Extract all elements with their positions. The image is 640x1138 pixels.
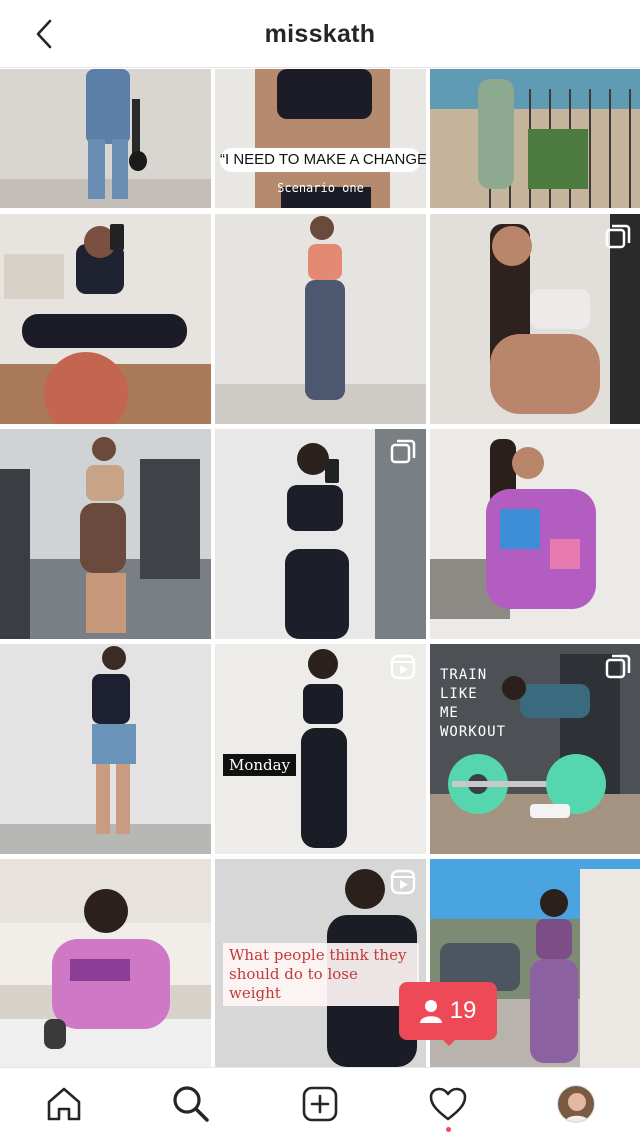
profile-avatar — [557, 1085, 595, 1123]
grid-tile[interactable]: “I NEED TO MAKE A CHANGE!” Scenario one — [215, 69, 426, 208]
caption-line: TRAIN — [440, 667, 488, 683]
tile-photo — [0, 859, 211, 1067]
follower-count: 19 — [449, 997, 477, 1024]
nav-home[interactable] — [42, 1082, 86, 1126]
home-icon — [47, 1087, 81, 1121]
grid-tile[interactable]: TRAIN LIKE ME WORKOUT — [430, 644, 640, 854]
follower-icon — [419, 1000, 442, 1023]
caption-pill: “I NEED TO MAKE A CHANGE!” — [220, 148, 426, 172]
new-post-icon — [302, 1086, 338, 1122]
activity-bubble: 19 — [399, 982, 497, 1040]
caption-line: LIKE — [440, 686, 478, 702]
tile-photo — [0, 69, 211, 208]
grid-tile[interactable] — [215, 429, 426, 639]
grid-tile[interactable]: Monday — [215, 644, 426, 854]
caption-line: ME — [440, 705, 459, 721]
grid-tile[interactable] — [0, 69, 211, 208]
grid-tile[interactable] — [0, 644, 211, 854]
tile-photo — [0, 644, 211, 854]
grid-tile[interactable] — [430, 214, 640, 424]
reels-icon — [390, 869, 416, 895]
tile-photo — [430, 429, 640, 639]
bubble-tail — [441, 1038, 457, 1046]
caption-subtitle: Scenario one — [277, 181, 364, 195]
nav-activity[interactable] — [426, 1082, 470, 1132]
profile-grid-screen: misskath “I NEED TO MAKE A CHANGE!” Scen… — [0, 0, 640, 1138]
caption-line: WORKOUT — [440, 724, 507, 740]
reels-icon — [390, 654, 416, 680]
grid-tile[interactable] — [0, 214, 211, 424]
grid-tile[interactable] — [215, 214, 426, 424]
multi-post-icon — [605, 654, 631, 679]
bottom-nav — [0, 1067, 640, 1138]
caption-box: Monday — [223, 754, 297, 776]
grid-tile[interactable] — [0, 429, 211, 639]
header: misskath — [0, 0, 640, 68]
page-title: misskath — [264, 20, 376, 48]
activity-heart-icon — [429, 1087, 467, 1121]
activity-notification[interactable]: 19 — [399, 982, 497, 1046]
nav-new-post[interactable] — [298, 1082, 342, 1126]
grid-tile[interactable] — [430, 69, 640, 208]
tile-photo — [0, 429, 211, 639]
caption-note: What people think they should do to lose… — [223, 943, 419, 1006]
grid-tile[interactable]: What people think they should do to lose… — [215, 859, 426, 1067]
nav-profile[interactable] — [554, 1082, 598, 1126]
multi-post-icon — [605, 224, 631, 249]
caption-lines: TRAIN LIKE ME WORKOUT — [440, 666, 506, 742]
nav-search[interactable] — [169, 1082, 213, 1126]
grid-tile[interactable] — [0, 859, 211, 1067]
tile-photo — [0, 214, 211, 424]
tile-photo — [430, 69, 640, 208]
activity-dot — [446, 1127, 451, 1132]
grid-tile[interactable] — [430, 429, 640, 639]
search-icon — [173, 1086, 209, 1122]
multi-post-icon — [390, 439, 416, 464]
tile-photo — [215, 214, 426, 424]
photo-grid: “I NEED TO MAKE A CHANGE!” Scenario one — [0, 69, 640, 1067]
